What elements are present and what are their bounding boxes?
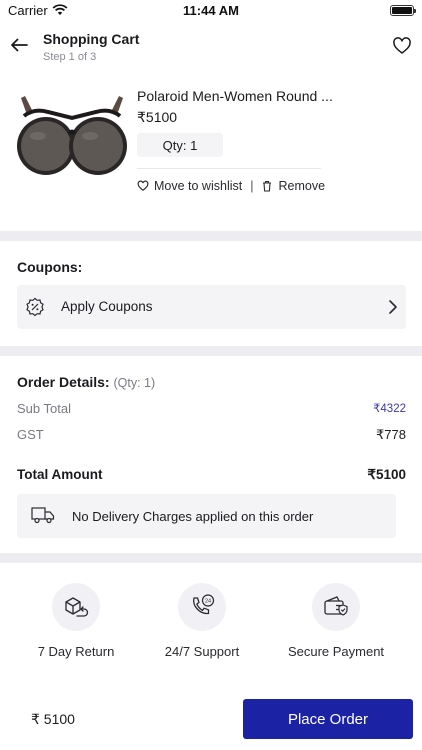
trash-icon [263, 181, 272, 192]
order-details-title: Order Details: [17, 374, 110, 390]
section-divider [0, 231, 422, 241]
feature-return: 7 Day Return [6, 583, 146, 659]
step-indicator: Step 1 of 3 [43, 51, 97, 63]
secure-wallet-icon [324, 596, 348, 616]
place-order-button[interactable]: Place Order [243, 699, 413, 739]
gst-value: ₹778 [376, 427, 406, 442]
remove-button[interactable]: Remove [261, 179, 325, 193]
heart-icon [137, 180, 149, 191]
chevron-right-icon [389, 300, 397, 314]
section-divider [0, 346, 422, 356]
divider [137, 168, 321, 169]
move-to-wishlist-label: Move to wishlist [154, 179, 243, 193]
return-box-icon [65, 597, 89, 617]
subtotal-label: Sub Total [17, 401, 71, 416]
feature-secure-payment: Secure Payment [266, 583, 406, 659]
page-title: Shopping Cart [43, 31, 140, 47]
feature-support: 24 24/7 Support [132, 583, 272, 659]
order-qty: (Qty: 1) [113, 376, 156, 390]
delivery-note: No Delivery Charges applied on this orde… [17, 494, 396, 538]
apply-coupons-button[interactable]: Apply Coupons [17, 285, 406, 329]
battery-icon [390, 5, 416, 16]
product-image[interactable] [14, 84, 130, 200]
total-label: Total Amount [17, 467, 103, 482]
item-actions: Move to wishlist | Remove [137, 179, 325, 193]
move-to-wishlist-button[interactable]: Move to wishlist [137, 179, 242, 193]
support-phone-icon: 24 [193, 594, 215, 615]
back-arrow-icon [11, 38, 28, 52]
status-bar: Carrier 11:44 AM [0, 0, 422, 22]
status-time: 11:44 AM [183, 3, 239, 18]
action-separator: | [250, 179, 254, 193]
remove-label: Remove [278, 179, 326, 193]
total-value: ₹5100 [367, 467, 406, 482]
feature-label: 7 Day Return [37, 644, 115, 659]
subtotal-value: ₹4322 [373, 403, 406, 415]
section-divider [0, 553, 422, 563]
order-details-heading: Order Details: (Qty: 1) [17, 374, 155, 390]
svg-text:24: 24 [205, 599, 211, 605]
cart-item: Polaroid Men-Women Round ... ₹5100 Qty: … [0, 78, 422, 208]
back-button[interactable] [8, 34, 30, 56]
product-name[interactable]: Polaroid Men-Women Round ... [137, 88, 333, 104]
apply-coupons-label: Apply Coupons [61, 299, 153, 314]
coupons-heading: Coupons: [17, 259, 83, 275]
feature-label: 24/7 Support [164, 644, 240, 659]
wishlist-heart-icon[interactable] [392, 36, 412, 56]
truck-icon [31, 507, 55, 524]
delivery-note-text: No Delivery Charges applied on this orde… [72, 509, 314, 524]
product-price: ₹5100 [137, 109, 178, 125]
coupon-badge-icon [26, 297, 44, 317]
quantity-selector[interactable]: Qty: 1 [137, 133, 223, 157]
header: Shopping Cart Step 1 of 3 [0, 24, 422, 70]
bottom-total-price: ₹ 5100 [31, 711, 75, 727]
gst-label: GST [17, 427, 44, 442]
feature-label: Secure Payment [287, 644, 385, 659]
